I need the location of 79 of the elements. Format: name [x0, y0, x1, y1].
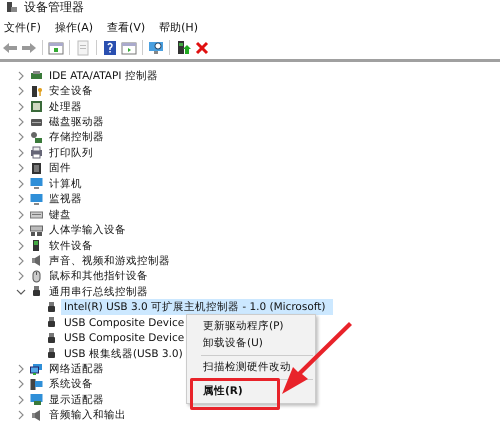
menu-item[interactable]: 更新驱动程序(P)	[187, 318, 315, 335]
speaker-icon	[30, 254, 43, 268]
tree-item[interactable]: 人体学输入设备	[46, 222, 129, 238]
usb-plug-icon	[45, 300, 58, 314]
menu-item[interactable]: 属性(R)	[187, 383, 315, 400]
expand-chevron-icon[interactable]	[16, 132, 26, 142]
tree-item[interactable]: IDE ATA/ATAPI 控制器	[46, 68, 161, 84]
tree-item[interactable]: 存储控制器	[46, 129, 107, 146]
annotation-arrow	[282, 322, 352, 394]
input-device-icon	[30, 224, 43, 237]
tree-item[interactable]: 磁盘驱动器	[46, 114, 107, 130]
device-add-icon[interactable]	[175, 40, 191, 56]
tree-item[interactable]: 显示适配器	[46, 392, 107, 408]
collapse-chevron-icon[interactable]	[16, 286, 26, 297]
menu-item[interactable]: 帮助(H)	[159, 20, 198, 34]
printer-icon	[30, 146, 43, 160]
menu-item[interactable]: 操作(A)	[54, 20, 94, 34]
delete-icon[interactable]	[194, 40, 210, 56]
tree-item[interactable]: Intel(R) USB 3.0 可扩展主机控制器 - 1.0 (Microsoft)	[61, 299, 334, 316]
network-icon	[30, 362, 43, 376]
usb-plug-icon	[45, 347, 58, 360]
system-device-icon	[30, 378, 43, 391]
tree-item[interactable]: 计算机	[46, 176, 85, 192]
window-title: 设备管理器	[24, 0, 84, 16]
expand-chevron-icon[interactable]	[16, 256, 26, 266]
tree-item[interactable]: USB Composite Device	[61, 316, 188, 330]
monitor-search-icon[interactable]	[148, 40, 164, 56]
app-icon	[6, 1, 18, 13]
tree-item[interactable]: 音频输入和输出	[46, 407, 129, 422]
window-play-icon[interactable]	[121, 40, 137, 56]
window-icon[interactable]	[48, 40, 64, 56]
tree-item[interactable]: 软件设备	[46, 238, 96, 254]
menu-item[interactable]: 文件(F)	[4, 20, 41, 34]
expand-chevron-icon[interactable]	[16, 364, 26, 374]
tree-item[interactable]: 鼠标和其他指针设备	[46, 268, 151, 284]
expand-chevron-icon[interactable]	[16, 148, 26, 158]
tree-item[interactable]: 安全设备	[46, 83, 96, 100]
expand-chevron-icon[interactable]	[16, 410, 26, 420]
tree-item[interactable]: USB Composite Device	[61, 331, 188, 346]
processor-icon	[30, 100, 43, 114]
tree-item[interactable]: 声音、视频和游戏控制器	[46, 252, 173, 269]
expand-chevron-icon[interactable]	[16, 225, 26, 236]
monitor-icon	[30, 192, 43, 206]
tree-item[interactable]: 通用串行总线控制器	[46, 284, 151, 300]
expand-chevron-icon[interactable]	[16, 86, 26, 96]
expand-chevron-icon[interactable]	[16, 178, 26, 189]
key-device-icon	[30, 84, 43, 98]
help-icon[interactable]	[102, 40, 118, 56]
usb-plug-icon	[30, 285, 43, 298]
usb-plug-icon	[45, 316, 58, 330]
expand-chevron-icon[interactable]	[16, 163, 26, 174]
expand-chevron-icon[interactable]	[16, 271, 26, 282]
expand-chevron-icon[interactable]	[16, 394, 26, 405]
document-icon[interactable]	[75, 40, 91, 56]
expand-chevron-icon[interactable]	[16, 194, 26, 204]
speaker-icon	[30, 408, 43, 422]
expand-chevron-icon[interactable]	[16, 70, 26, 81]
mouse-icon	[30, 270, 43, 283]
chip-icon	[30, 162, 43, 175]
expand-chevron-icon[interactable]	[16, 102, 26, 112]
display-adapter-icon	[30, 393, 43, 406]
tree-item[interactable]: 固件	[46, 160, 74, 176]
tree-item[interactable]: 系统设备	[46, 376, 96, 392]
expand-chevron-icon[interactable]	[16, 379, 26, 390]
menu-item[interactable]: 查看(V)	[107, 20, 146, 34]
menu-item[interactable]: 扫描检测硬件改动	[187, 359, 315, 376]
tree-item[interactable]: 处理器	[46, 98, 85, 115]
tree-item[interactable]: 网络适配器	[46, 361, 107, 378]
tree-item[interactable]: USB 根集线器(USB 3.0)	[61, 346, 186, 362]
tree-item[interactable]: 键盘	[46, 206, 74, 223]
usb-plug-icon	[45, 332, 58, 345]
monitor-icon	[30, 177, 43, 190]
expand-chevron-icon[interactable]	[16, 117, 26, 128]
expand-chevron-icon[interactable]	[16, 210, 26, 220]
expand-chevron-icon[interactable]	[16, 240, 26, 251]
menu-item[interactable]: 卸载设备(U)	[187, 335, 315, 352]
tree-item[interactable]: 监视器	[46, 191, 85, 208]
storage-controller-icon	[30, 130, 43, 144]
tree-item[interactable]: 打印队列	[46, 144, 96, 161]
